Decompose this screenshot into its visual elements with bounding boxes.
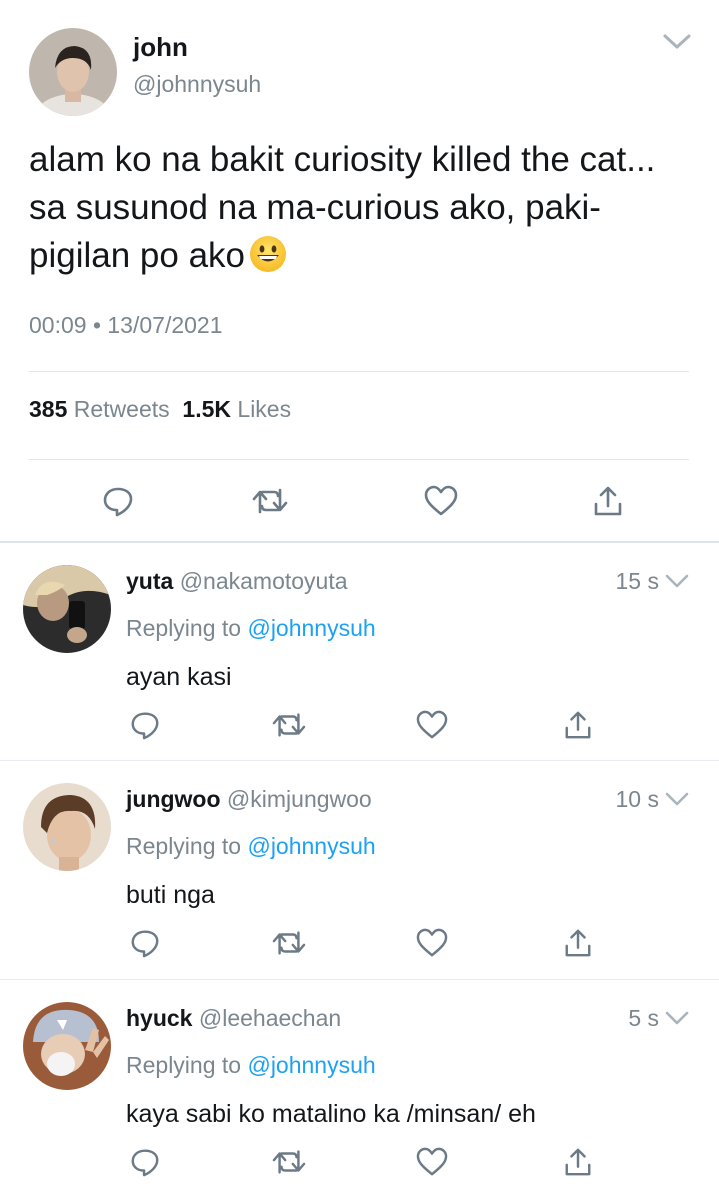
retweet-icon[interactable] [250,481,290,521]
reply-author-name[interactable]: yuta [126,568,173,594]
retweet-icon[interactable] [269,705,309,745]
share-icon[interactable] [558,923,598,963]
likes-label[interactable]: Likes [237,396,291,422]
reply-icon[interactable] [98,481,138,521]
reply-text: kaya sabi ko matalino ka /minsan/ eh [126,1100,536,1128]
reply-avatar[interactable] [23,565,111,653]
retweets-label[interactable]: Retweets [74,396,170,422]
reply-text: ayan kasi [126,663,232,691]
grinning-face-icon [249,235,287,286]
reply-author-name[interactable]: jungwoo [126,786,221,812]
reply-header: jungwoo @kimjungwoo [126,786,372,813]
retweets-count[interactable]: 385 [29,396,67,422]
replying-prefix: Replying to [126,615,242,641]
reply-time[interactable]: 15 s [616,568,659,595]
replying-prefix: Replying to [126,1052,242,1078]
divider [29,459,689,460]
replying-prefix: Replying to [126,833,242,859]
retweet-icon[interactable] [269,1142,309,1182]
reply-author-handle[interactable]: @nakamotoyuta [180,568,348,594]
reply-time[interactable]: 5 s [628,1005,659,1032]
reply-text: buti nga [126,881,215,909]
reply-action-bar [0,705,719,745]
reply-author-handle[interactable]: @leehaechan [199,1005,341,1031]
share-icon[interactable] [588,481,628,521]
like-icon[interactable] [421,481,461,521]
author-handle[interactable]: @johnnysuh [133,71,261,98]
reply-header: yuta @nakamotoyuta [126,568,348,595]
divider [29,371,689,372]
tweet-stats: 385 Retweets 1.5K Likes [29,396,291,423]
reply-tweet[interactable]: yuta @nakamotoyuta 15 s Replying to @joh… [0,543,719,760]
reply-time[interactable]: 10 s [616,786,659,813]
reply-icon[interactable] [125,923,165,963]
tweet-text-content: alam ko na bakit curiosity killed the ca… [29,140,656,275]
replying-mention[interactable]: @johnnysuh [247,1052,375,1078]
chevron-down-icon[interactable] [664,573,690,596]
replying-to: Replying to @johnnysuh [126,615,376,642]
reply-action-bar [0,923,719,963]
reply-header: hyuck @leehaechan [126,1005,341,1032]
main-avatar[interactable] [29,28,117,116]
main-tweet: john @johnnysuh alam ko na bakit curiosi… [0,0,719,541]
reply-icon[interactable] [125,705,165,745]
reply-tweet[interactable]: jungwoo @kimjungwoo 10 s Replying to @jo… [0,761,719,979]
like-icon[interactable] [412,1142,452,1182]
reply-author-handle[interactable]: @kimjungwoo [227,786,372,812]
likes-count[interactable]: 1.5K [182,396,231,422]
main-action-bar [0,481,719,521]
replying-mention[interactable]: @johnnysuh [247,615,375,641]
reply-tweet[interactable]: hyuck @leehaechan 5 s Replying to @johnn… [0,980,719,1200]
retweet-icon[interactable] [269,923,309,963]
tweet-text: alam ko na bakit curiosity killed the ca… [29,136,689,286]
chevron-down-icon[interactable] [662,32,692,57]
chevron-down-icon[interactable] [664,1010,690,1033]
reply-author-name[interactable]: hyuck [126,1005,192,1031]
replying-mention[interactable]: @johnnysuh [247,833,375,859]
chevron-down-icon[interactable] [664,791,690,814]
reply-icon[interactable] [125,1142,165,1182]
replying-to: Replying to @johnnysuh [126,1052,376,1079]
like-icon[interactable] [412,705,452,745]
reply-avatar[interactable] [23,783,111,871]
author-name[interactable]: john [133,32,188,63]
like-icon[interactable] [412,923,452,963]
share-icon[interactable] [558,705,598,745]
replying-to: Replying to @johnnysuh [126,833,376,860]
tweet-timestamp[interactable]: 00:09 • 13/07/2021 [29,312,223,339]
share-icon[interactable] [558,1142,598,1182]
reply-action-bar [0,1142,719,1182]
reply-avatar[interactable] [23,1002,111,1090]
